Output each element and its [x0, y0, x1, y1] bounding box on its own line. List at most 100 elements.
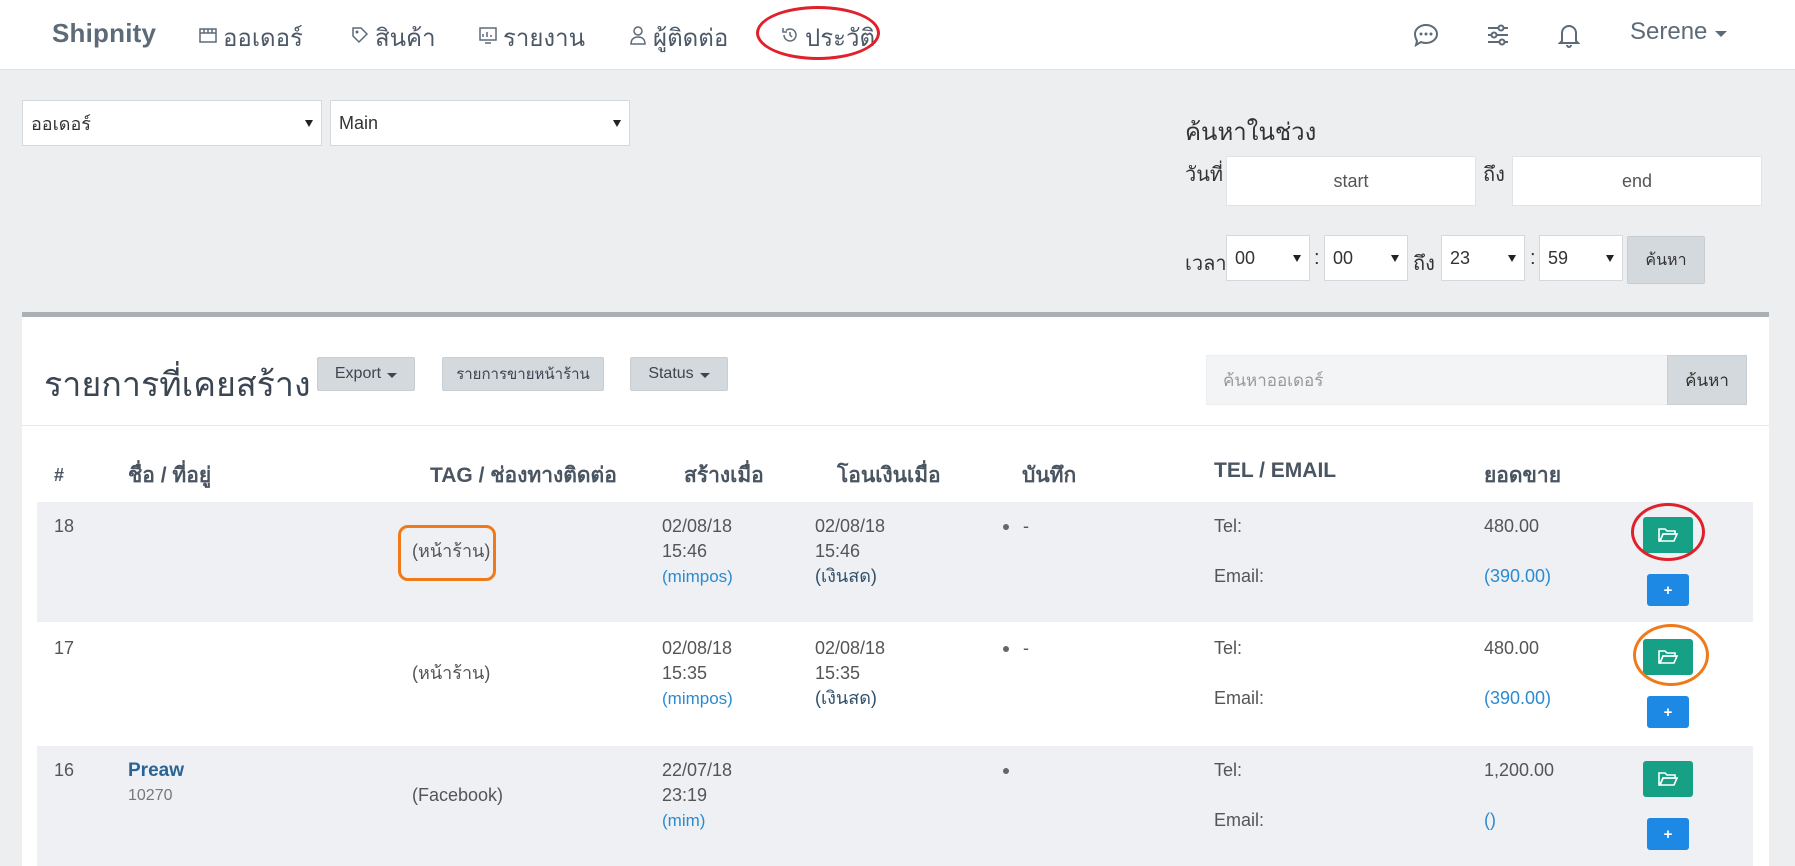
col-header-paid: โอนเงินเมื่อ — [837, 464, 941, 487]
row-subtotal-link[interactable]: (390.00) — [1484, 564, 1551, 589]
table-row: 16 Preaw 10270 (Facebook) 22/07/18 23:19… — [37, 746, 1753, 866]
col-header-tag: TAG / ช่องทางติดต่อ — [430, 464, 617, 487]
row-tag: (Facebook) — [412, 785, 504, 805]
table-row: 18 (หน้าร้าน) 02/08/18 15:46 (mimpos) 02… — [37, 502, 1753, 622]
range-title: ค้นหาในช่วง — [1185, 119, 1317, 146]
store-select-value: Main — [339, 112, 379, 133]
pos-sales-button[interactable]: รายการขายหน้าร้าน — [442, 357, 604, 391]
col-header-name: ชื่อ / ที่อยู่ — [128, 464, 212, 487]
col-header-total: ยอดขาย — [1484, 464, 1562, 487]
order-search-button[interactable]: ค้นหา — [1667, 355, 1747, 405]
export-button[interactable]: Export — [317, 357, 415, 391]
tag-icon — [350, 24, 370, 52]
note-bullet — [1003, 524, 1009, 530]
row-email: Email: — [1214, 810, 1265, 830]
user-icon — [628, 24, 648, 52]
nav-reports[interactable]: รายงาน — [478, 18, 585, 57]
created-by-link[interactable]: (mimpos) — [662, 686, 733, 711]
customer-name-link[interactable]: Preaw — [128, 758, 184, 783]
created-date: 02/08/18 — [662, 638, 733, 658]
nav-products[interactable]: สินค้า — [350, 18, 436, 57]
store-select[interactable]: Main — [330, 100, 630, 146]
select-arrow-icon — [1391, 255, 1399, 262]
type-select[interactable]: ออเดอร์ — [22, 100, 322, 146]
time-colon: : — [1314, 247, 1320, 269]
created-by-link[interactable]: (mim) — [662, 808, 732, 833]
row-tel: Tel: — [1214, 760, 1243, 780]
row-note: - — [1023, 516, 1029, 536]
date-label: วันที่ — [1185, 164, 1224, 186]
annotation-circle-open-button — [1633, 624, 1709, 686]
time-label: เวลา — [1185, 253, 1227, 275]
customer-address: 10270 — [128, 787, 173, 804]
brand-logo[interactable]: Shipnity — [52, 18, 156, 49]
select-arrow-icon — [613, 120, 621, 127]
to-label: ถึง — [1483, 164, 1505, 186]
row-created: 02/08/18 15:46 (mimpos) — [662, 514, 733, 589]
select-arrow-icon — [1293, 255, 1301, 262]
time-to-minute-value: 59 — [1548, 247, 1569, 268]
user-name: Serene — [1630, 18, 1708, 45]
row-name-address: Preaw 10270 — [128, 758, 184, 808]
row-subtotal-link[interactable]: (390.00) — [1484, 686, 1551, 711]
end-date-input[interactable]: end — [1512, 156, 1762, 206]
orders-panel: รายการที่เคยสร้าง Export รายการขายหน้าร้… — [22, 312, 1769, 866]
folder-open-icon — [1658, 772, 1679, 786]
paid-method: (เงินสด) — [815, 688, 877, 708]
store-icon — [198, 24, 218, 52]
created-by-link[interactable]: (mimpos) — [662, 564, 733, 589]
time-from-minute-select[interactable]: 00 — [1324, 235, 1408, 281]
row-number: 17 — [54, 638, 75, 658]
panel-title: รายการที่เคยสร้าง — [44, 366, 311, 404]
row-total: 1,200.00 — [1484, 760, 1555, 780]
bell-icon[interactable] — [1554, 20, 1584, 50]
row-note: - — [1023, 638, 1029, 658]
row-created: 22/07/18 23:19 (mim) — [662, 758, 732, 833]
nav-contacts-label: ผู้ติดต่อ — [653, 25, 729, 52]
annotation-box-tag — [398, 525, 496, 581]
panel-divider — [22, 425, 1769, 426]
nav-orders[interactable]: ออเดอร์ — [198, 18, 303, 57]
top-navbar: Shipnity ออเดอร์ สินค้า รายงาน ผู้ติดต่อ… — [0, 0, 1795, 70]
paid-date: 02/08/18 — [815, 516, 886, 536]
row-number: 18 — [54, 516, 75, 536]
add-button[interactable]: + — [1647, 818, 1689, 850]
add-button[interactable]: + — [1647, 574, 1689, 606]
time-from-hour-value: 00 — [1235, 247, 1256, 268]
pos-sales-button-label: รายการขายหน้าร้าน — [456, 366, 590, 383]
report-icon — [478, 24, 498, 52]
chat-icon[interactable] — [1411, 20, 1441, 50]
open-order-button[interactable] — [1643, 761, 1693, 797]
user-menu[interactable]: Serene — [1630, 18, 1728, 46]
row-number: 16 — [54, 760, 75, 780]
col-header-tel-email: TEL / EMAIL — [1214, 459, 1337, 482]
order-search-input[interactable]: ค้นหาออเดอร์ — [1206, 355, 1668, 405]
export-button-label: Export — [334, 365, 382, 382]
nav-contacts[interactable]: ผู้ติดต่อ — [628, 18, 728, 57]
range-search-button[interactable]: ค้นหา — [1627, 236, 1705, 284]
time-to-label: ถึง — [1413, 253, 1435, 275]
select-arrow-icon — [1508, 255, 1516, 262]
row-paid: 02/08/18 15:35 (เงินสด) — [815, 636, 885, 711]
col-header-number: # — [54, 465, 65, 485]
row-subtotal-link[interactable]: () — [1484, 808, 1496, 833]
add-button[interactable]: + — [1647, 696, 1689, 728]
time-to-minute-select[interactable]: 59 — [1539, 235, 1623, 281]
sliders-icon[interactable] — [1483, 20, 1513, 50]
status-button[interactable]: Status — [630, 357, 728, 391]
time-from-hour-select[interactable]: 00 — [1226, 235, 1310, 281]
status-button-label: Status — [648, 365, 694, 382]
created-time: 15:35 — [662, 663, 708, 683]
note-bullet — [1003, 768, 1009, 774]
table-row: 17 (หน้าร้าน) 02/08/18 15:35 (mimpos) 02… — [37, 624, 1753, 744]
time-to-hour-value: 23 — [1450, 247, 1471, 268]
time-to-hour-select[interactable]: 23 — [1441, 235, 1525, 281]
row-total: 480.00 — [1484, 638, 1540, 658]
row-tag: (หน้าร้าน) — [412, 663, 491, 683]
start-date-input[interactable]: start — [1226, 156, 1476, 206]
row-email: Email: — [1214, 566, 1265, 586]
row-total: 480.00 — [1484, 516, 1540, 536]
chevron-down-icon — [1715, 30, 1728, 37]
nav-products-label: สินค้า — [375, 25, 436, 52]
row-tel: Tel: — [1214, 638, 1243, 658]
